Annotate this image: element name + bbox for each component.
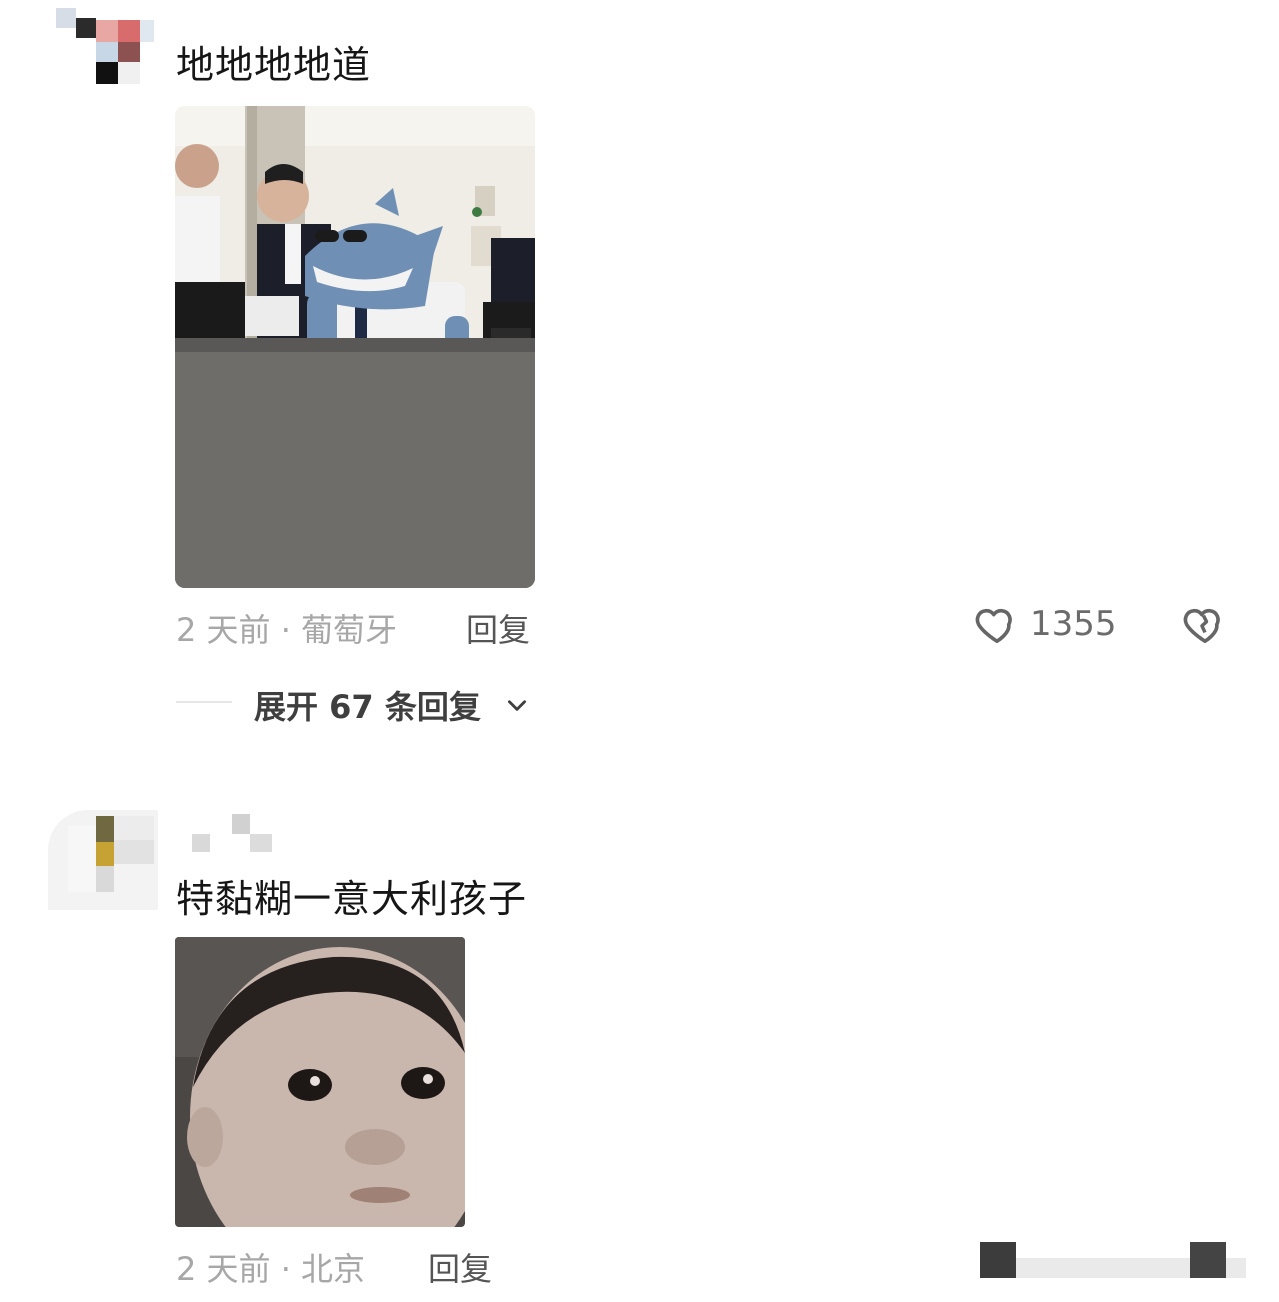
divider <box>176 701 232 703</box>
avatar[interactable] <box>48 800 158 910</box>
heart-outline-icon <box>975 608 1012 644</box>
comment-text: 地地地地道 <box>176 43 372 87</box>
comment-item: 地地地地道 2 天前 · 葡萄牙 回复 1355 展开 67 条回复 <box>0 0 1279 740</box>
broken-heart-icon <box>1183 608 1220 644</box>
comment-image[interactable] <box>175 106 535 588</box>
chevron-down-icon <box>508 700 526 711</box>
avatar[interactable] <box>48 8 158 88</box>
dislike-button[interactable] <box>1180 600 1232 648</box>
watermark <box>980 1240 1270 1282</box>
comment-item: 特黏糊一意大利孩子 2 天前 · 北京 回复 <box>0 780 1279 1302</box>
comment-meta: 2 天前 · 葡萄牙 <box>176 611 398 649</box>
like-count: 1355 <box>1030 604 1117 644</box>
comment-text: 特黏糊一意大利孩子 <box>176 877 528 921</box>
child-face-photo <box>175 937 465 1227</box>
expand-replies-button[interactable]: 展开 67 条回复 <box>254 680 544 726</box>
reply-button[interactable]: 回复 <box>428 1244 492 1290</box>
expand-replies-label: 展开 67 条回复 <box>254 688 481 726</box>
reply-button[interactable]: 回复 <box>466 605 530 651</box>
like-button[interactable]: 1355 <box>972 600 1122 648</box>
comment-meta: 2 天前 · 北京 <box>176 1250 366 1288</box>
comment-image[interactable] <box>175 937 465 1227</box>
username[interactable] <box>176 814 276 854</box>
shark-checkin-photo <box>175 106 535 588</box>
